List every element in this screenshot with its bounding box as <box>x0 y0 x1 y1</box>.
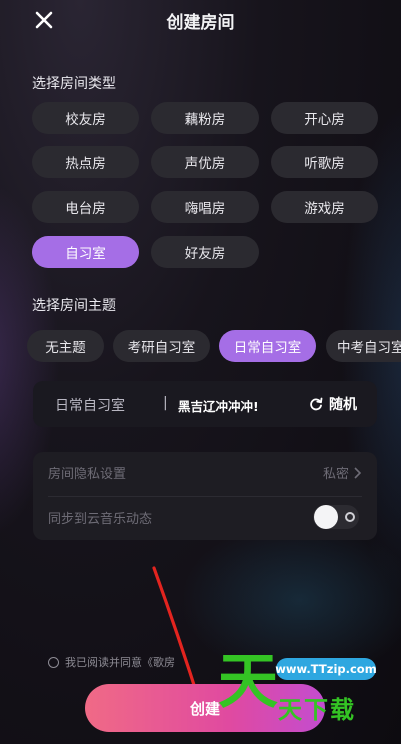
room-type-chip-oufen[interactable]: 藕粉房 <box>151 102 259 134</box>
room-type-chip-redian[interactable]: 热点房 <box>32 146 139 178</box>
watermark-text: 天下载 <box>278 696 356 724</box>
room-type-chip-zixishi-selected[interactable]: 自习室 <box>32 236 139 268</box>
room-type-chip-kaixin[interactable]: 开心房 <box>271 102 378 134</box>
room-type-chip-haichang[interactable]: 嗨唱房 <box>151 191 259 223</box>
top-bar: 创建房间 <box>0 0 401 40</box>
settings-card: 房间隐私设置 私密 同步到云音乐动态 <box>33 452 377 540</box>
room-type-chip-shengyou[interactable]: 声优房 <box>151 146 259 178</box>
room-name-field[interactable]: 日常自习室 | 黑吉辽冲冲冲! 随机 <box>33 381 377 427</box>
agreement-row[interactable]: 我已阅读并同意《歌房 <box>48 654 175 670</box>
theme-chip-none[interactable]: 无主题 <box>27 330 104 362</box>
privacy-setting-value: 私密 <box>323 463 361 482</box>
page-title: 创建房间 <box>166 13 235 33</box>
theme-chip-kaoyan[interactable]: 考研自习室 <box>113 330 210 362</box>
room-type-chip-xiaoyou[interactable]: 校友房 <box>32 102 139 134</box>
privacy-value-text: 私密 <box>322 467 349 482</box>
privacy-setting-label: 房间隐私设置 <box>48 467 127 482</box>
toggle-off-indicator <box>345 512 355 522</box>
room-type-chip-youxi[interactable]: 游戏房 <box>271 191 378 223</box>
room-name-prefix: 日常自习室 <box>55 398 125 414</box>
room-type-label: 选择房间类型 <box>32 76 116 92</box>
watermark-logo-char: 天 <box>218 647 278 717</box>
create-button-label: 创建 <box>189 699 220 718</box>
room-name-separator: | <box>163 395 168 411</box>
random-label: 随机 <box>329 397 357 413</box>
room-type-chip-diantai[interactable]: 电台房 <box>32 191 139 223</box>
sync-setting-row: 同步到云音乐动态 <box>33 497 377 537</box>
theme-chip-zhongkao[interactable]: 中考自习室 <box>326 330 401 362</box>
room-name-value: 黑吉辽冲冲冲! <box>178 399 259 414</box>
room-type-chip-tingge[interactable]: 听歌房 <box>271 146 378 178</box>
random-name-button[interactable]: 随机 <box>309 394 357 414</box>
refresh-icon <box>310 397 323 411</box>
sync-setting-label: 同步到云音乐动态 <box>48 512 153 527</box>
sync-toggle[interactable] <box>313 505 359 529</box>
privacy-setting-row[interactable]: 房间隐私设置 私密 <box>33 452 377 492</box>
chevron-right-icon <box>354 466 361 479</box>
agreement-radio[interactable] <box>48 656 59 668</box>
room-theme-chip-row: 无主题 考研自习室 日常自习室 中考自习室 <box>27 330 401 362</box>
watermark-url: www.TTzip.com <box>275 658 377 680</box>
agreement-text: 我已阅读并同意《歌房 <box>65 656 175 669</box>
create-room-screen: 创建房间 选择房间类型 校友房 藕粉房 开心房 热点房 声优房 听歌房 电台房 … <box>0 0 401 744</box>
toggle-knob <box>314 505 338 529</box>
theme-chip-richang-selected[interactable]: 日常自习室 <box>219 330 316 362</box>
room-theme-label: 选择房间主题 <box>32 298 116 314</box>
room-type-chip-haoyou[interactable]: 好友房 <box>151 236 259 268</box>
